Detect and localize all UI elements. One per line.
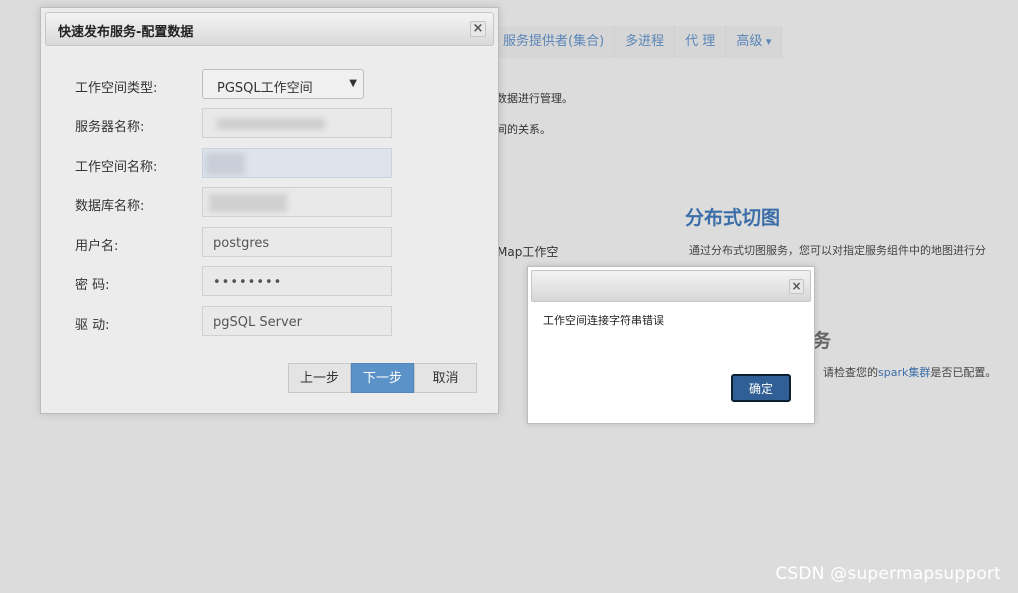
password-input[interactable]: ••••••••: [202, 266, 392, 296]
username-input[interactable]: postgres: [202, 227, 392, 257]
workspace-name-input[interactable]: [202, 148, 392, 178]
password-row: 密 码: ••••••••: [41, 266, 498, 298]
redacted-blur: [209, 194, 287, 212]
username-row: 用户名: postgres: [41, 227, 498, 259]
redacted-blur: [205, 153, 245, 175]
database-name-input[interactable]: [202, 187, 392, 217]
server-name-input[interactable]: [202, 108, 392, 138]
spark-hint: 请检查您的spark集群是否已配置。: [823, 364, 996, 380]
bg-text-line2: 间的关系。: [496, 123, 551, 136]
distributed-tile-heading[interactable]: 分布式切图: [685, 203, 780, 230]
distributed-tile-desc: 通过分布式切图服务，您可以对指定服务组件中的地图进行分: [689, 244, 986, 257]
spark-link[interactable]: spark集群: [878, 366, 930, 379]
close-icon[interactable]: ×: [470, 21, 486, 37]
ok-button[interactable]: 确定: [731, 374, 791, 402]
workspace-type-label: 工作空间类型:: [75, 81, 158, 96]
dialog-titlebar[interactable]: 快速发布服务-配置数据 ×: [45, 12, 494, 46]
database-name-label: 数据库名称:: [75, 199, 145, 214]
bg-map-workspace-text: Map工作空: [497, 245, 559, 259]
server-name-label: 服务器名称:: [75, 120, 145, 135]
nav-item-service-providers[interactable]: 服务提供者(集合): [493, 26, 616, 58]
prev-button[interactable]: 上一步: [288, 363, 351, 393]
nav-item-advanced[interactable]: 高级: [726, 26, 783, 58]
workspace-name-label: 工作空间名称:: [75, 160, 158, 175]
password-label: 密 码:: [75, 278, 110, 293]
publish-config-dialog: 快速发布服务-配置数据 × 工作空间类型: PGSQL工作空间 ▼ 服务器名称:…: [40, 7, 499, 414]
spark-prefix: 请检查您的: [823, 366, 878, 379]
alert-message: 工作空间连接字符串错误: [543, 314, 664, 327]
chevron-down-icon: ▼: [349, 78, 357, 89]
nav-item-multiprocess[interactable]: 多进程: [615, 26, 676, 58]
workspace-type-select[interactable]: PGSQL工作空间 ▼: [202, 69, 364, 99]
server-name-row: 服务器名称:: [41, 108, 498, 140]
dialog-title: 快速发布服务-配置数据: [58, 25, 194, 40]
next-button[interactable]: 下一步: [351, 363, 414, 393]
workspace-type-value: PGSQL工作空间: [217, 81, 313, 96]
top-nav: 服务提供者(集合) 多进程 代 理 高级: [493, 26, 783, 58]
database-name-row: 数据库名称:: [41, 187, 498, 219]
workspace-type-row: 工作空间类型: PGSQL工作空间 ▼: [41, 69, 498, 101]
error-alert-dialog: × 工作空间连接字符串错误 确定: [527, 266, 815, 424]
username-label: 用户名:: [75, 239, 119, 254]
driver-label: 驱 动:: [75, 318, 110, 333]
driver-input[interactable]: pgSQL Server: [202, 306, 392, 336]
close-icon[interactable]: ×: [789, 279, 804, 294]
nav-item-proxy[interactable]: 代 理: [675, 26, 727, 58]
workspace-name-row: 工作空间名称:: [41, 148, 498, 180]
bg-text-line1: 数据进行管理。: [496, 92, 573, 105]
watermark: CSDN @supermapsupport: [775, 564, 1001, 584]
driver-row: 驱 动: pgSQL Server: [41, 306, 498, 338]
redacted-blur: [217, 118, 325, 130]
cancel-button[interactable]: 取消: [414, 363, 477, 393]
alert-titlebar[interactable]: ×: [531, 270, 811, 302]
spark-suffix: 是否已配置。: [930, 366, 997, 379]
